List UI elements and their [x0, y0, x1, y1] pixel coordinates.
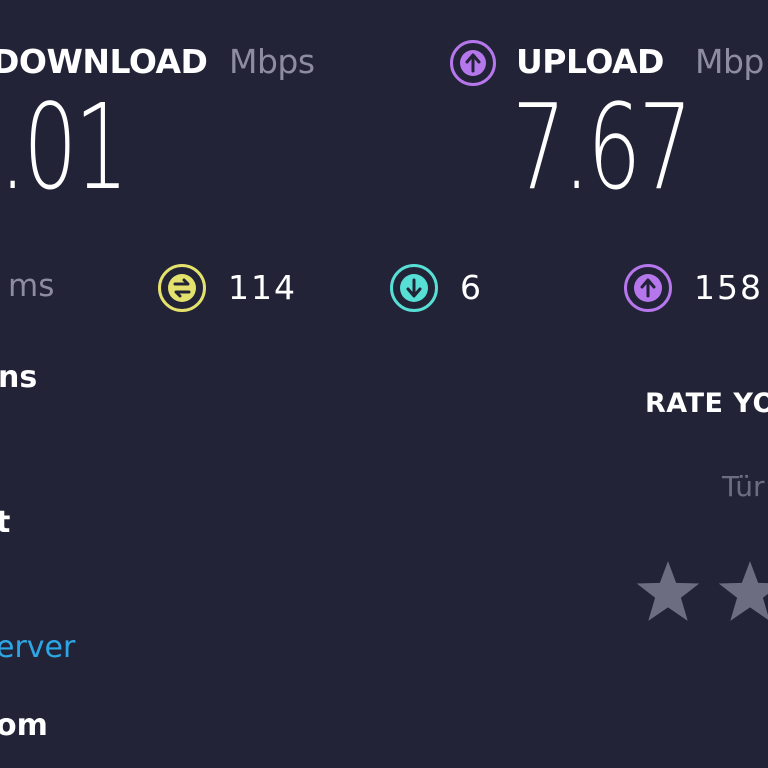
download-label: DOWNLOAD	[0, 42, 208, 81]
download-latency-icon	[390, 264, 438, 312]
download-latency-value: 6	[460, 268, 483, 307]
upload-label: UPLOAD	[516, 42, 664, 81]
upload-latency-value: 158	[694, 268, 763, 307]
upload-latency-icon	[624, 264, 672, 312]
rate-provider-title: RATE YO	[645, 388, 768, 419]
download-unit: Mbps	[229, 42, 315, 81]
upload-value: 7.67	[512, 78, 693, 216]
provider-name-label: Tür	[722, 470, 765, 503]
change-server-link[interactable]: erver	[0, 630, 75, 665]
rating-star-2-icon[interactable]	[716, 558, 768, 624]
idle-latency-value: 114	[228, 268, 297, 307]
connections-label-fragment: ns	[0, 360, 38, 395]
idle-latency-icon	[158, 264, 206, 312]
rating-star-1-icon[interactable]	[634, 558, 702, 624]
server-label-fragment: t	[0, 505, 11, 540]
provider-name-fragment: om	[0, 708, 48, 743]
upload-unit: Mbp	[695, 42, 764, 81]
download-value: 0.01	[0, 78, 129, 216]
ping-unit: ms	[8, 268, 55, 304]
upload-arrow-icon	[450, 40, 496, 86]
speedtest-result-panel: DOWNLOAD Mbps 0.01 UPLOAD Mbp 7.67 ms 11…	[0, 0, 768, 768]
